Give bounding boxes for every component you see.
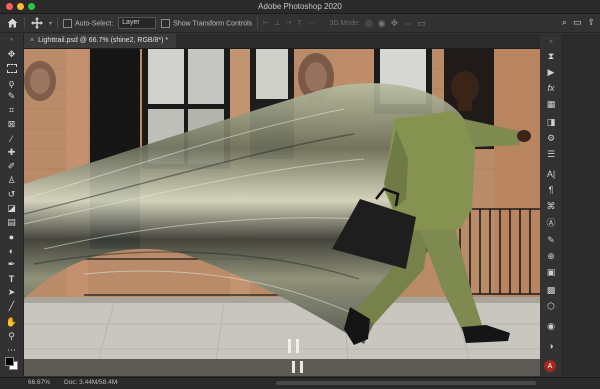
paragraph-icon[interactable]: ¶ (544, 184, 558, 196)
crop-icon[interactable]: ⌗ (4, 104, 19, 117)
move-tool-preset-icon[interactable] (30, 16, 44, 30)
collapse-icon[interactable]: » (4, 36, 19, 44)
minimize-window-button[interactable] (17, 3, 24, 10)
panel-dock: « ⧗ ▶ fx ▦ ◨ ⚙ ☰ A| ¶ ⌘ Ⓐ ✎ ⊕ ▣ ▩ ⬡ ◉ ◑ … (541, 34, 600, 376)
marquee-icon[interactable] (4, 62, 19, 75)
align-top-icon[interactable]: ⊤ (296, 19, 302, 27)
3d-mode-label: 3D Mode: (329, 19, 360, 27)
eyedropper-icon[interactable]: ⁄ (4, 132, 19, 145)
foreground-background-color-icon[interactable] (4, 356, 19, 370)
properties-icon[interactable]: ☰ (544, 148, 558, 160)
3d-roll-icon[interactable]: ◉ (378, 18, 386, 29)
actions-icon[interactable]: ▶ (544, 66, 558, 78)
show-transform-checkbox[interactable]: Show Transform Controls (161, 18, 253, 28)
path-select-icon[interactable]: ➤ (4, 286, 19, 299)
horizontal-scrollbar[interactable] (276, 381, 536, 385)
document-tab-label: Lighttrail.psd @ 66.7% (shine2, RGB/8*) … (38, 37, 169, 44)
swatches-icon[interactable]: ▩ (544, 284, 558, 296)
hand-icon[interactable]: ✋ (4, 316, 19, 329)
align-left-icon[interactable]: ⊢ (263, 19, 269, 27)
close-tab-icon[interactable]: × (30, 37, 34, 44)
character-icon[interactable]: A| (544, 168, 558, 180)
close-window-button[interactable] (6, 3, 13, 10)
layer-comps-icon[interactable]: ▦ (544, 98, 558, 110)
options-bar-right: ⌕ ▭ ⇪ (562, 17, 595, 28)
line-tool-icon[interactable]: ╱ (4, 300, 19, 313)
workspace-icon[interactable]: ▭ (573, 17, 582, 28)
eraser-icon[interactable]: ◪ (4, 202, 19, 215)
window-title: Adobe Photoshop 2020 (258, 2, 342, 11)
document-tab[interactable]: × Lighttrail.psd @ 66.7% (shine2, RGB/8*)… (24, 34, 177, 48)
libraries-icon[interactable]: ▣ (544, 266, 558, 278)
chevron-down-icon[interactable]: ▾ (49, 20, 52, 27)
separator (24, 17, 25, 29)
artwork-image (24, 49, 540, 376)
adjustments-icon[interactable]: ⚙ (544, 132, 558, 144)
more-align-icon[interactable]: ⋯ (308, 19, 315, 27)
auto-select-label: Auto-Select: (75, 19, 114, 27)
status-menu-arrow[interactable]: › (116, 379, 118, 386)
3d-pan-icon[interactable]: ✥ (391, 18, 399, 29)
document-canvas[interactable] (24, 49, 540, 376)
history-brush-icon[interactable]: ↺ (4, 188, 19, 201)
move-icon[interactable]: ✥ (4, 48, 19, 61)
zoom-window-button[interactable] (28, 3, 35, 10)
3d-panel-icon[interactable]: ⬡ (544, 300, 558, 312)
history-icon[interactable]: ⧗ (544, 50, 558, 62)
brush-icon[interactable]: ✐ (4, 160, 19, 173)
status-bar: 66.67% Doc: 3.44M/58.4M › (0, 377, 600, 389)
align-center-icon[interactable]: ⊥ (274, 19, 280, 27)
share-icon[interactable]: ⇪ (587, 17, 595, 28)
panel-dock-column: « ⧗ ▶ fx ▦ ◨ ⚙ ☰ A| ¶ ⌘ Ⓐ ✎ ⊕ ▣ ▩ ⬡ ◉ ◑ … (541, 34, 561, 376)
3d-slide-icon[interactable]: ⇔ (403, 18, 412, 28)
document-tab-bar: × Lighttrail.psd @ 66.7% (shine2, RGB/8*)… (24, 34, 540, 49)
3d-scale-icon[interactable]: ▭ (417, 18, 426, 29)
adobe-icon[interactable]: A (544, 360, 556, 372)
home-icon[interactable] (5, 16, 19, 30)
type-icon[interactable]: T (4, 272, 19, 285)
healing-icon[interactable]: ✚ (4, 146, 19, 159)
3d-orbit-icon[interactable]: ◎ (365, 18, 373, 29)
blur-icon[interactable]: ● (4, 230, 19, 243)
quick-select-icon[interactable]: ✎ (4, 90, 19, 103)
title-bar: Adobe Photoshop 2020 (0, 0, 600, 14)
document-size[interactable]: Doc: 3.44M/58.4M (64, 379, 117, 386)
tools-panel: » ✥ ϙ ✎ ⌗ ⊠ ⁄ ✚ ✐ ♙ ↺ ◪ ▤ ● ◐ ✒ T ➤ ╱ ✋ … (0, 34, 24, 376)
clone-source-icon[interactable]: ⊕ (544, 250, 558, 262)
separator (257, 17, 259, 29)
zoom-icon[interactable]: ⚲ (4, 330, 19, 343)
gradient-icon[interactable]: ▤ (4, 216, 19, 229)
pen-icon[interactable]: ✒ (4, 258, 19, 271)
separator (57, 17, 59, 29)
timeline-icon[interactable]: ◑ (544, 340, 558, 352)
zoom-level[interactable]: 66.67% (28, 379, 50, 386)
stone-crest-left (24, 61, 56, 101)
paths-icon[interactable]: ⌘ (544, 200, 558, 212)
dodge-icon[interactable]: ◐ (4, 244, 19, 257)
checkbox-box[interactable] (161, 18, 171, 28)
align-right-icon[interactable]: ⊣ (285, 19, 291, 27)
collapse-panels-icon[interactable]: « (544, 38, 558, 46)
glyphs-icon[interactable]: Ⓐ (544, 216, 558, 228)
navigator-icon[interactable]: ◨ (544, 116, 558, 128)
clone-stamp-icon[interactable]: ♙ (4, 174, 19, 187)
auto-select-checkbox[interactable]: Auto-Select: (63, 18, 114, 28)
window-controls (6, 3, 35, 10)
auto-select-dropdown[interactable]: Layer (118, 17, 157, 29)
lasso-icon[interactable]: ϙ (4, 76, 19, 89)
channels-icon[interactable]: ◉ (544, 320, 558, 332)
search-icon[interactable]: ⌕ (562, 17, 567, 28)
show-transform-label: Show Transform Controls (173, 19, 253, 27)
checkbox-box[interactable] (63, 18, 73, 28)
fx-icon[interactable]: fx (544, 82, 558, 94)
options-bar: ▾ Auto-Select: Layer Show Transform Cont… (0, 14, 600, 33)
brush-settings-icon[interactable]: ✎ (544, 234, 558, 246)
frame-icon[interactable]: ⊠ (4, 118, 19, 131)
